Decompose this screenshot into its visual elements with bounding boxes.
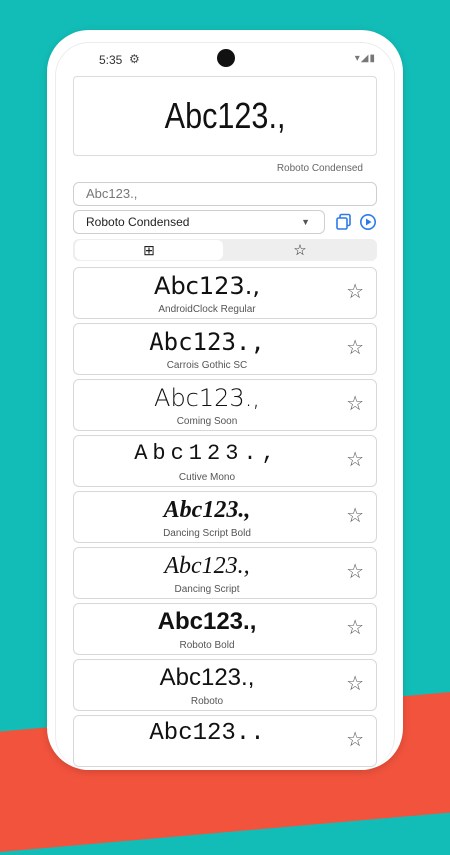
- grid-view-tab[interactable]: ⊞: [75, 240, 223, 260]
- font-name: Roboto Bold: [179, 640, 235, 651]
- star-icon[interactable]: ☆: [346, 450, 364, 470]
- font-card[interactable]: Abc123., AndroidClock Regular ☆: [73, 267, 377, 319]
- status-bar: 5:35 ⚙ ▾◢▮: [56, 43, 394, 73]
- font-card[interactable]: Abc123., Dancing Script Bold ☆: [73, 491, 377, 543]
- font-card[interactable]: Abc123., Carrois Gothic SC ☆: [73, 323, 377, 375]
- gear-icon: ⚙: [129, 52, 140, 66]
- font-card[interactable]: Abc123., Roboto Bold ☆: [73, 603, 377, 655]
- font-sample: Abc123.,: [159, 664, 255, 691]
- view-toggle: ⊞ ☆: [73, 239, 377, 261]
- status-time: 5:35: [99, 53, 123, 67]
- font-sample: Abc123.,: [134, 441, 280, 466]
- copy-icon[interactable]: [335, 213, 353, 231]
- camera-cutout: [217, 49, 235, 67]
- font-card[interactable]: Abc123.. ☆: [73, 715, 377, 767]
- font-preview-box: Abc123.,: [73, 76, 377, 156]
- sample-text-input[interactable]: Abc123.,: [73, 182, 377, 206]
- star-icon[interactable]: ☆: [346, 674, 364, 694]
- star-icon[interactable]: ☆: [346, 730, 364, 750]
- font-dropdown-value: Roboto Condensed: [86, 215, 190, 229]
- font-card[interactable]: Abc123., Coming Soon ☆: [73, 379, 377, 431]
- star-icon[interactable]: ☆: [346, 282, 364, 302]
- star-icon[interactable]: ☆: [346, 394, 364, 414]
- preview-font-name: Roboto Condensed: [276, 163, 363, 174]
- phone-frame: 5:35 ⚙ ▾◢▮ Abc123., Roboto Condensed Abc…: [47, 30, 403, 770]
- font-sample: Abc123.,: [154, 384, 260, 412]
- star-icon[interactable]: ☆: [346, 506, 364, 526]
- font-name: Dancing Script Bold: [163, 528, 251, 539]
- system-status-icons: ▾◢▮: [354, 53, 376, 64]
- font-sample: Abc123.,: [164, 553, 250, 579]
- font-card[interactable]: Abc123., Cutive Mono ☆: [73, 435, 377, 487]
- font-name: Dancing Script: [174, 584, 240, 595]
- preview-text: Abc123.,: [164, 95, 286, 136]
- font-name: Coming Soon: [176, 416, 238, 427]
- font-name: Carrois Gothic SC: [166, 360, 248, 371]
- font-sample: Abc123.,: [157, 608, 257, 635]
- star-icon[interactable]: ☆: [346, 562, 364, 582]
- apply-font-icon[interactable]: [359, 213, 377, 231]
- font-sample: Abc123.,: [149, 328, 265, 356]
- font-name: AndroidClock Regular: [158, 304, 256, 315]
- star-icon[interactable]: ☆: [346, 618, 364, 638]
- font-sample: Abc123.,: [163, 497, 251, 523]
- favorites-tab[interactable]: ☆: [225, 240, 375, 260]
- font-name: Roboto: [190, 696, 224, 707]
- font-list: Abc123., AndroidClock Regular ☆ Abc123.,…: [73, 267, 377, 770]
- app-screen: 5:35 ⚙ ▾◢▮ Abc123., Roboto Condensed Abc…: [55, 42, 395, 770]
- font-sample: Abc123..: [149, 720, 265, 747]
- star-icon[interactable]: ☆: [346, 338, 364, 358]
- font-card[interactable]: Abc123., Roboto ☆: [73, 659, 377, 711]
- font-sample: Abc123.,: [154, 272, 260, 300]
- font-name: Cutive Mono: [178, 472, 236, 483]
- font-card[interactable]: Abc123., Dancing Script ☆: [73, 547, 377, 599]
- chevron-down-icon: ▼: [301, 217, 310, 227]
- font-dropdown[interactable]: Roboto Condensed ▼: [73, 210, 325, 234]
- grid-icon: ⊞: [143, 241, 155, 258]
- star-icon: ☆: [293, 242, 307, 259]
